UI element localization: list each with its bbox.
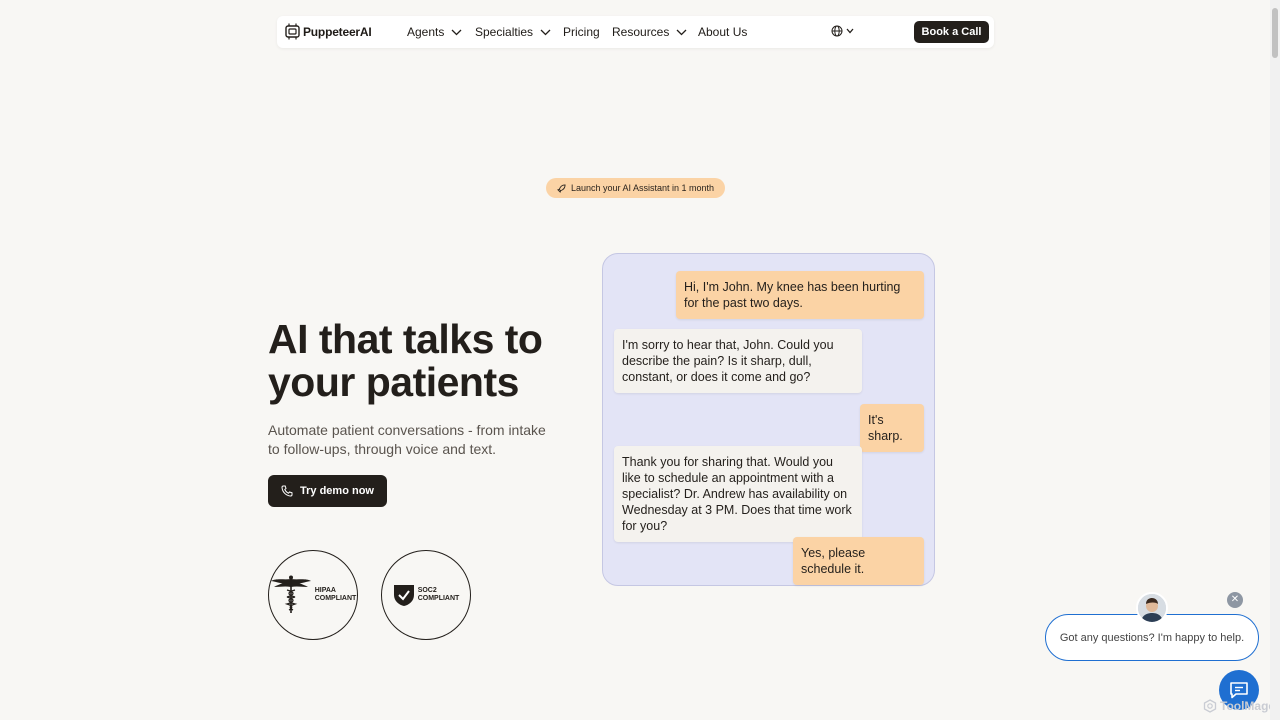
nav-item-label: Resources — [612, 25, 670, 39]
brand-logo[interactable]: PuppeteerAI — [285, 23, 372, 40]
puppeteer-logo-icon — [285, 23, 300, 40]
chevron-down-icon — [540, 29, 551, 35]
chat-bubble-icon — [1230, 682, 1248, 699]
hipaa-compliant-seal: HIPAA COMPLIANT — [268, 550, 358, 640]
hero-title: AI that talks to your patients — [268, 318, 588, 404]
page-scrollbar[interactable] — [1270, 0, 1280, 720]
chat-message-user: Hi, I'm John. My knee has been hurting f… — [676, 271, 924, 319]
chevron-down-icon — [846, 28, 854, 34]
chat-message-assistant: Thank you for sharing that. Would you li… — [614, 446, 862, 542]
scrollbar-thumb[interactable] — [1272, 8, 1278, 58]
caduceus-icon — [270, 575, 311, 613]
language-selector[interactable] — [831, 25, 854, 37]
try-demo-button[interactable]: Try demo now — [268, 475, 387, 507]
chevron-down-icon — [451, 29, 462, 35]
rocket-icon — [557, 183, 566, 193]
nav-item-agents[interactable]: Agents — [407, 16, 462, 48]
nav-item-label: About Us — [698, 25, 748, 39]
nav-item-label: Specialties — [475, 25, 534, 39]
brand-name: PuppeteerAI — [303, 24, 372, 39]
nav-item-specialties[interactable]: Specialties — [475, 16, 551, 48]
soc2-seal-text: SOC2 COMPLIANT — [417, 587, 460, 602]
nav-item-label: Pricing — [563, 25, 600, 39]
hero-title-line1: AI that talks to — [268, 316, 543, 362]
chat-message-user: It's sharp. — [860, 404, 924, 452]
close-icon[interactable]: ✕ — [1227, 592, 1243, 608]
phone-icon — [281, 485, 293, 497]
chat-message-user: Yes, please schedule it. — [793, 537, 924, 585]
avatar — [1136, 592, 1168, 624]
globe-icon — [831, 25, 843, 37]
hero-subtitle: Automate patient conversations - from in… — [268, 422, 546, 457]
badge-text: Launch your AI Assistant in 1 month — [570, 183, 715, 193]
nav-item-pricing[interactable]: Pricing — [563, 16, 600, 48]
nav-item-label: Agents — [407, 25, 445, 39]
chat-message-assistant: I'm sorry to hear that, John. Could you … — [614, 329, 862, 393]
toolmage-logo-icon — [1203, 699, 1217, 713]
widget-greeting-text: Got any questions? I'm happy to help. — [1059, 631, 1245, 644]
chevron-down-icon — [676, 29, 687, 35]
chat-demo-panel: Hi, I'm John. My knee has been hurting f… — [602, 253, 935, 586]
hero-title-line2: your patients — [268, 359, 519, 405]
try-demo-label: Try demo now — [300, 485, 374, 497]
soc2-compliant-seal: SOC2 COMPLIANT — [381, 550, 471, 640]
agent-avatar-image — [1138, 594, 1166, 622]
shield-check-icon — [393, 585, 414, 606]
book-call-button[interactable]: Book a Call — [914, 21, 989, 43]
nav-item-about-us[interactable]: About Us — [698, 16, 747, 48]
launch-badge: Launch your AI Assistant in 1 month — [546, 178, 725, 198]
hipaa-seal-text: HIPAA COMPLIANT — [314, 587, 357, 602]
top-navbar: PuppeteerAI Agents Specialties Pricing R… — [277, 16, 994, 48]
nav-item-resources[interactable]: Resources — [612, 16, 687, 48]
watermark-text: ToolMage — [1220, 699, 1276, 713]
watermark: ToolMage — [1203, 699, 1275, 713]
